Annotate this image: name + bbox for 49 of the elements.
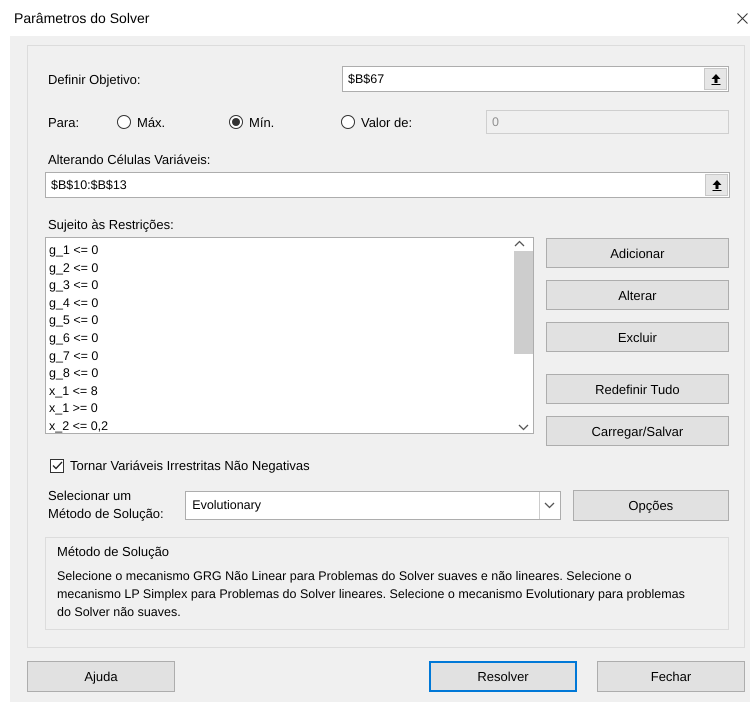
collapse-dialog-icon (710, 73, 720, 85)
collapse-button[interactable] (704, 68, 727, 90)
constraint-item[interactable]: g_4 <= 0 (49, 294, 514, 312)
constraint-item[interactable]: g_8 <= 0 (49, 365, 514, 383)
radio-button[interactable] (341, 115, 355, 129)
constraint-item[interactable]: g_7 <= 0 (49, 348, 514, 366)
constraint-item[interactable]: g_5 <= 0 (49, 312, 514, 330)
constraint-item[interactable]: g_2 <= 0 (49, 260, 514, 278)
constraint-item[interactable]: x_1 <= 8 (49, 382, 514, 400)
constraint-button[interactable]: Carregar/Salvar (546, 416, 729, 446)
scroll-down-icon (518, 424, 529, 431)
method-select[interactable]: Evolutionary (185, 490, 561, 520)
scroll-up-icon (514, 240, 525, 247)
constraint-item[interactable]: g_1 <= 0 (49, 242, 514, 260)
radio-label[interactable]: Valor de: (361, 114, 412, 130)
radio-label[interactable]: Mín. (249, 114, 274, 130)
constraints-label: Sujeito às Restrições: (47, 217, 175, 232)
dialog-button[interactable]: Resolver (429, 661, 577, 692)
check-icon (52, 461, 62, 470)
collapse-button[interactable] (705, 174, 728, 196)
constraint-item[interactable]: x_1 >= 0 (49, 400, 514, 418)
options-button[interactable]: Opções (572, 490, 729, 520)
objective-field[interactable]: $B$67 (342, 66, 729, 92)
variables-label: Alterando Células Variáveis: (47, 152, 212, 167)
constraint-item[interactable]: g_6 <= 0 (49, 330, 514, 348)
nonnegative-checkbox[interactable]: Tornar Variáveis Irrestritas Não Negativas (50, 458, 729, 473)
constraints-list[interactable]: g_1 <= 0 g_2 <= 0 g_3 <= 0 g_4 <= 0 g_5 <= 0 g_6 <= 0 g_7 <= 0 g_8 <= 0 x_1 <= 8 x_1 >= 0 x_2 <= 0,2 (45, 237, 534, 434)
variables-field[interactable]: $B$10:$B$13 (45, 172, 730, 198)
method-label: Selecionar um Método de Solução: (48, 487, 165, 523)
description-text: Selecione o mecanismo GRG Não Linear para Problemas do Solver suaves e não lineares. Selecione o mecanismo LP Simplex para Problemas do Solver lineares. Selecione o mecanismo Evolutionary para problemas do Solver não suaves. (57, 568, 686, 621)
dropdown-icon (544, 502, 556, 508)
dialog-button[interactable]: Fechar (597, 661, 745, 692)
radio-button[interactable] (117, 115, 131, 129)
target-label: Para: (48, 114, 80, 130)
collapse-dialog-icon (712, 179, 722, 191)
scrollbar-thumb[interactable] (514, 251, 533, 354)
constraint-item[interactable]: g_3 <= 0 (49, 277, 514, 295)
radio-label[interactable]: Máx. (137, 114, 166, 130)
constraint-button[interactable]: Adicionar (546, 238, 729, 268)
window-title: Parâmetros do Solver (14, 10, 150, 26)
radio-button[interactable] (229, 115, 243, 129)
constraint-button[interactable]: Excluir (546, 322, 729, 352)
group-title: Método de Solução (57, 544, 170, 559)
objective-label: Definir Objetivo: (48, 72, 140, 86)
close-icon[interactable] (737, 12, 748, 24)
dialog-button[interactable]: Ajuda (27, 661, 175, 692)
constraint-button[interactable]: Alterar (546, 280, 729, 310)
constraint-item[interactable]: x_2 <= 0,2 (49, 418, 514, 436)
constraint-button[interactable]: Redefinir Tudo (546, 374, 729, 404)
